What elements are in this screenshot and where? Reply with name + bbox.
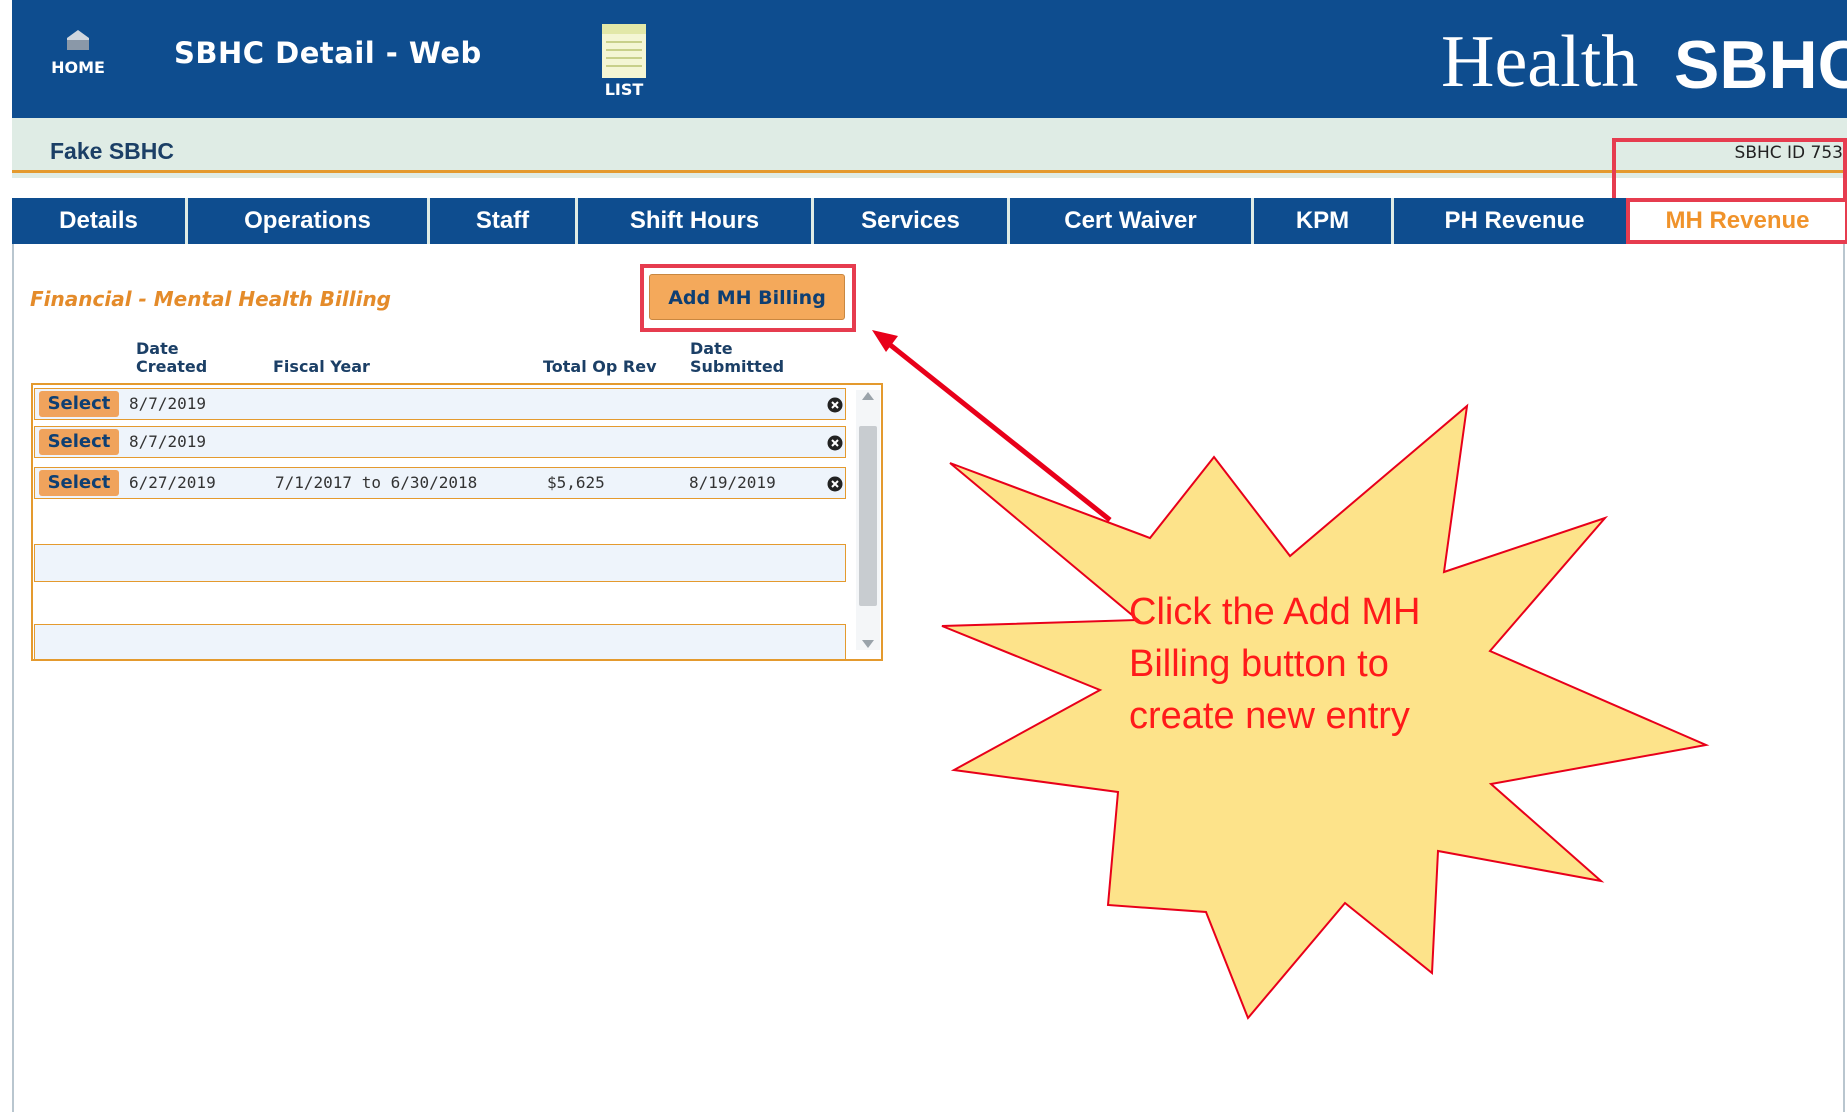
tab-details[interactable]: Details [12,198,188,244]
tab-label: Services [861,207,960,234]
tab-label: Shift Hours [629,207,760,234]
select-button[interactable]: Select [39,429,119,455]
tab-staff[interactable]: Staff [430,198,578,244]
tab-cert-waiver[interactable]: Cert Waiver [1010,198,1254,244]
scroll-thumb[interactable] [859,426,877,606]
cell-date-submitted: 8/19/2019 [689,473,776,492]
select-button[interactable]: Select [39,391,119,417]
oregon-health-authority-logo: Health [1441,21,1638,103]
table-row: Select 8/7/2019 [34,426,846,458]
table-row: Select 8/7/2019 [34,388,846,420]
tab-label: Cert Waiver [1064,207,1197,234]
select-button[interactable]: Select [39,470,119,496]
table-row: Select 6/27/2019 7/1/2017 to 6/30/2018 $… [34,467,846,499]
cell-total-op-rev: $5,625 [547,473,605,492]
svg-text:Health: Health [1441,21,1638,103]
tab-kpm[interactable]: KPM [1254,198,1394,244]
tab-ph-revenue[interactable]: PH Revenue [1394,198,1638,244]
billing-list [31,383,883,661]
sbhc-id-highlight [1612,138,1847,202]
tab-shift-hours[interactable]: Shift Hours [578,198,814,244]
site-subheader: Fake SBHC SBHC ID 753 [12,118,1847,178]
scroll-down-arrow-icon[interactable] [862,640,874,648]
tab-label: Details [59,207,138,234]
col-header-fiscal-year: Fiscal Year [273,357,370,376]
tab-label: Operations [244,207,371,234]
home-button[interactable]: HOME [48,28,108,108]
tab-mh-revenue[interactable]: MH Revenue [1626,198,1847,244]
list-icon [602,24,646,78]
tab-services[interactable]: Services [814,198,1010,244]
delete-icon[interactable] [827,435,843,451]
add-mh-billing-button[interactable]: Add MH Billing [649,274,845,320]
tab-label: Staff [475,207,530,234]
cell-date-created: 8/7/2019 [129,432,207,451]
col-header-date-created: Date Created [136,339,208,376]
cell-fiscal-year: 7/1/2017 to 6/30/2018 [275,473,478,492]
scroll-up-arrow-icon[interactable] [862,392,874,400]
app-header: HOME SBHC Detail - Web LIST Health SBHC [12,0,1847,118]
tab-label: MH Revenue [1665,207,1810,234]
delete-icon[interactable] [827,397,843,413]
sbhc-logo: SBHC [1674,27,1847,103]
tab-label: KPM [1295,207,1350,234]
cell-date-created: 8/7/2019 [129,394,207,413]
delete-icon[interactable] [827,476,843,492]
home-icon [67,30,89,50]
callout-text: Click the Add MH Billing button to creat… [1129,591,1421,737]
col-header-date-submitted: Date Submitted [690,339,785,376]
tab-label: PH Revenue [1444,207,1585,234]
app-title: SBHC Detail - Web [174,36,482,70]
section-title: Financial - Mental Health Billing [30,287,391,311]
cell-date-created: 6/27/2019 [129,473,216,492]
divider [12,170,1847,173]
tab-bar: Details Operations Staff Shift Hours Ser… [12,198,1847,244]
table-row [34,544,846,582]
tab-operations[interactable]: Operations [188,198,430,244]
list-button[interactable]: LIST [594,24,654,108]
home-label: HOME [51,58,105,77]
site-name: Fake SBHC [50,138,174,164]
list-scrollbar[interactable] [856,390,880,650]
svg-text:SBHC: SBHC [1674,27,1847,103]
table-row [34,624,846,660]
col-header-total-op-rev: Total Op Rev [543,357,657,376]
list-label: LIST [604,80,644,99]
